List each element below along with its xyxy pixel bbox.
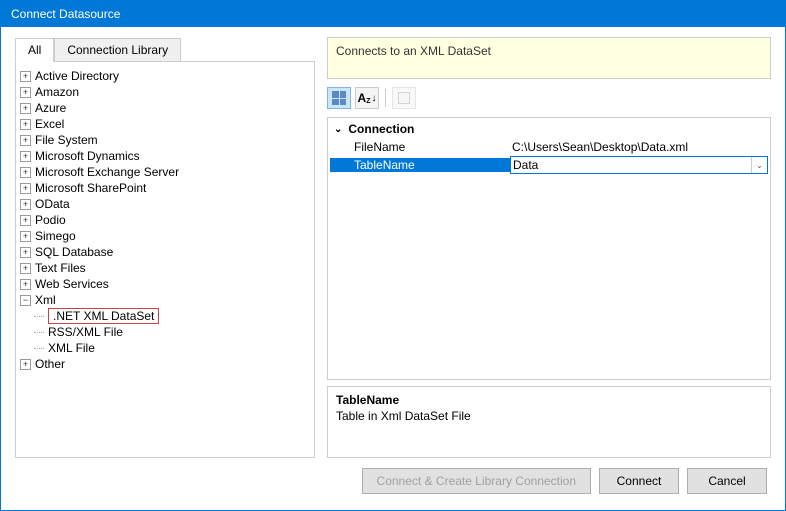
tree-item[interactable]: + Microsoft Exchange Server bbox=[20, 164, 310, 180]
tree-item[interactable]: −Xml bbox=[20, 292, 310, 308]
tree-child-item[interactable]: XML File bbox=[48, 340, 310, 356]
plus-icon[interactable]: + bbox=[20, 87, 31, 98]
tree-item[interactable]: + Other bbox=[20, 356, 310, 372]
plus-icon[interactable]: + bbox=[20, 183, 31, 194]
info-text: Connects to an XML DataSet bbox=[336, 44, 491, 58]
category-label: Connection bbox=[348, 122, 414, 136]
tab-connection-library[interactable]: Connection Library bbox=[54, 38, 181, 62]
cancel-button[interactable]: Cancel bbox=[687, 468, 767, 494]
tree-child-label: RSS/XML File bbox=[48, 325, 123, 339]
plus-icon[interactable]: + bbox=[20, 119, 31, 130]
tree-item[interactable]: + Active Directory bbox=[20, 68, 310, 84]
property-row[interactable]: FileNameC:\Users\Sean\Desktop\Data.xml bbox=[330, 138, 768, 156]
tree-child-label: .NET XML DataSet bbox=[48, 308, 159, 324]
description-title: TableName bbox=[336, 393, 762, 407]
tree-child-item[interactable]: .NET XML DataSet bbox=[48, 308, 310, 324]
left-panel: All Connection Library + Active Directory… bbox=[15, 37, 315, 458]
tree-item[interactable]: + Podio bbox=[20, 212, 310, 228]
property-name: TableName bbox=[330, 158, 510, 172]
plus-icon[interactable]: + bbox=[20, 215, 31, 226]
tree-item[interactable]: + OData bbox=[20, 196, 310, 212]
tree-item-label: Amazon bbox=[35, 85, 79, 99]
sort-az-icon: AZ↓ bbox=[358, 91, 377, 105]
plus-icon[interactable]: + bbox=[20, 359, 31, 370]
titlebar: Connect Datasource bbox=[1, 1, 785, 27]
plus-icon[interactable]: + bbox=[20, 279, 31, 290]
plus-icon[interactable]: + bbox=[20, 199, 31, 210]
dialog-window: Connect Datasource All Connection Librar… bbox=[0, 0, 786, 511]
connect-create-library-button[interactable]: Connect & Create Library Connection bbox=[362, 468, 591, 494]
minus-icon[interactable]: − bbox=[20, 295, 31, 306]
tree-item-label: Microsoft Exchange Server bbox=[35, 165, 179, 179]
info-box: Connects to an XML DataSet bbox=[327, 37, 771, 79]
tree-item-label: Microsoft Dynamics bbox=[35, 149, 140, 163]
tab-all[interactable]: All bbox=[15, 38, 54, 62]
connect-button[interactable]: Connect bbox=[599, 468, 679, 494]
tree-container: + Active Directory + Amazon + Azure + Excel + Fil… bbox=[15, 61, 315, 458]
property-value[interactable]: C:\Users\Sean\Desktop\Data.xml bbox=[510, 140, 768, 154]
chevron-down-icon[interactable]: ⌄ bbox=[334, 124, 342, 135]
file-icon bbox=[398, 92, 410, 104]
property-name: FileName bbox=[330, 140, 510, 154]
tree-item-label: Web Services bbox=[35, 277, 109, 291]
tree-item[interactable]: + SQL Database bbox=[20, 244, 310, 260]
plus-icon[interactable]: + bbox=[20, 71, 31, 82]
tree-item[interactable]: + File System bbox=[20, 132, 310, 148]
tree-item-label: Active Directory bbox=[35, 69, 119, 83]
datasource-tree: + Active Directory + Amazon + Azure + Excel + Fil… bbox=[20, 68, 310, 372]
dropdown-icon[interactable]: ⌄ bbox=[751, 157, 767, 173]
tree-item-label: Simego bbox=[35, 229, 76, 243]
tree-item-label: Excel bbox=[35, 117, 64, 131]
property-grid-body: ⌄ Connection FileNameC:\Users\Sean\Deskt… bbox=[328, 118, 770, 379]
main-split: All Connection Library + Active Directory… bbox=[15, 37, 771, 458]
propgrid-toolbar: AZ↓ bbox=[327, 85, 771, 111]
tree-item[interactable]: + Text Files bbox=[20, 260, 310, 276]
content-area: All Connection Library + Active Directory… bbox=[1, 27, 785, 510]
plus-icon[interactable]: + bbox=[20, 103, 31, 114]
tree-item-label: Podio bbox=[35, 213, 66, 227]
tab-strip: All Connection Library bbox=[15, 38, 315, 62]
categorized-button[interactable] bbox=[327, 87, 351, 109]
plus-icon[interactable]: + bbox=[20, 167, 31, 178]
tree-item[interactable]: + Azure bbox=[20, 100, 310, 116]
tree-item-label: Other bbox=[35, 357, 65, 371]
property-pages-button bbox=[392, 87, 416, 109]
tree-item-label: SQL Database bbox=[35, 245, 113, 259]
tree-item[interactable]: + Microsoft Dynamics bbox=[20, 148, 310, 164]
tree-item-label: Microsoft SharePoint bbox=[35, 181, 146, 195]
plus-icon[interactable]: + bbox=[20, 151, 31, 162]
tree-item[interactable]: + Microsoft SharePoint bbox=[20, 180, 310, 196]
property-value[interactable]: Data⌄ bbox=[510, 156, 768, 174]
button-bar: Connect & Create Library Connection Conn… bbox=[15, 458, 771, 500]
tree-item-label: Text Files bbox=[35, 261, 86, 275]
plus-icon[interactable]: + bbox=[20, 263, 31, 274]
tree-item[interactable]: + Excel bbox=[20, 116, 310, 132]
plus-icon[interactable]: + bbox=[20, 247, 31, 258]
tree-item-label: Xml bbox=[35, 293, 56, 307]
tree-item[interactable]: + Web Services bbox=[20, 276, 310, 292]
plus-icon[interactable]: + bbox=[20, 231, 31, 242]
plus-icon[interactable]: + bbox=[20, 135, 31, 146]
tree-item-label: OData bbox=[35, 197, 70, 211]
tree-child-item[interactable]: RSS/XML File bbox=[48, 324, 310, 340]
right-panel: Connects to an XML DataSet AZ↓ bbox=[327, 37, 771, 458]
tree-children: .NET XML DataSetRSS/XML File XML File bbox=[20, 308, 310, 356]
property-grid: ⌄ Connection FileNameC:\Users\Sean\Deskt… bbox=[327, 117, 771, 380]
tree-item-label: Azure bbox=[35, 101, 66, 115]
description-text: Table in Xml DataSet File bbox=[336, 409, 762, 423]
property-description-box: TableName Table in Xml DataSet File bbox=[327, 386, 771, 458]
property-row[interactable]: TableNameData⌄ bbox=[330, 156, 768, 174]
tree-child-label: XML File bbox=[48, 341, 95, 355]
alphabetical-button[interactable]: AZ↓ bbox=[355, 87, 379, 109]
property-category-header[interactable]: ⌄ Connection bbox=[330, 120, 768, 138]
tree-item[interactable]: + Simego bbox=[20, 228, 310, 244]
grid-icon bbox=[332, 91, 346, 105]
toolbar-separator bbox=[385, 89, 386, 107]
tree-item-label: File System bbox=[35, 133, 98, 147]
window-title: Connect Datasource bbox=[11, 7, 120, 21]
tree-item[interactable]: + Amazon bbox=[20, 84, 310, 100]
